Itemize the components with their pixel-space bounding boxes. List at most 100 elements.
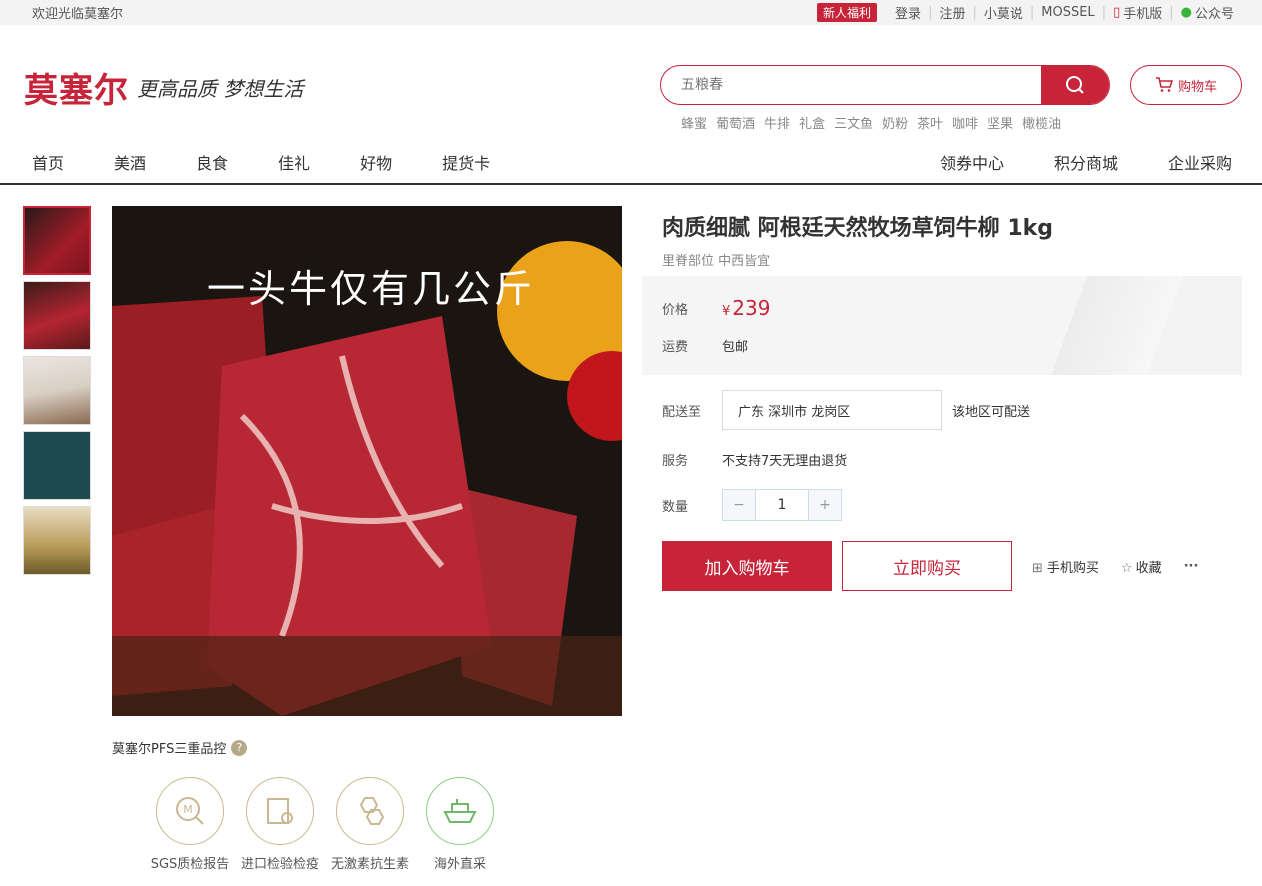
brand-link[interactable]: MOSSEL: [1041, 5, 1094, 20]
pfs-title: 莫塞尔PFS三重品控 ?: [112, 738, 248, 757]
pfs-title-text: 莫塞尔PFS三重品控: [112, 742, 227, 757]
search-button[interactable]: [1041, 66, 1109, 104]
mobile-link[interactable]: 手机版: [1123, 3, 1162, 22]
qty-minus-button[interactable]: −: [723, 490, 755, 520]
nav-item-gifts[interactable]: 佳礼: [278, 150, 310, 174]
badge-overseas: 海外直采: [415, 777, 505, 872]
thumbnail[interactable]: [23, 281, 91, 350]
welcome-text: 欢迎光临莫塞尔: [32, 7, 124, 22]
buy-now-button[interactable]: 立即购买: [842, 541, 1012, 591]
hotword[interactable]: 牛排: [764, 113, 790, 132]
thumbnail-list: [23, 206, 91, 575]
nav-item-coupons[interactable]: 领券中心: [940, 150, 1004, 174]
qty-label: 数量: [662, 499, 689, 515]
favorite-label: 收藏: [1135, 560, 1162, 576]
nav-item-goods[interactable]: 好物: [360, 150, 392, 174]
search-input[interactable]: [661, 66, 1041, 104]
deliver-label: 配送至: [662, 404, 702, 420]
shipping-label: 运费: [662, 340, 689, 355]
hexagon-icon: [336, 777, 404, 845]
nav-item-wine[interactable]: 美酒: [114, 150, 146, 174]
badge-label: SGS质检报告: [150, 857, 230, 872]
badge-no-hormone: 无激素抗生素: [325, 777, 415, 872]
service-value: 不支持7天无理由退货: [722, 454, 848, 469]
search-icon: [1066, 76, 1084, 94]
nav-item-home[interactable]: 首页: [32, 150, 64, 174]
quantity-stepper: − 1 +: [722, 489, 842, 521]
main-product-image: 一头牛仅有几公斤: [112, 206, 622, 716]
hotword[interactable]: 坚果: [987, 113, 1013, 132]
add-to-cart-button[interactable]: 加入购物车: [662, 541, 832, 591]
quality-badges: M SGS质检报告 进口检验检疫 无激素抗生素 海外直采: [145, 777, 505, 872]
shipping-value: 包邮: [722, 340, 749, 355]
qty-plus-button[interactable]: +: [809, 490, 841, 520]
top-links: 新人福利 登录 | 注册 | 小莫说 | MOSSEL | ▯ 手机版 | ● 公众号: [817, 3, 1234, 22]
nav-item-card[interactable]: 提货卡: [442, 150, 490, 174]
badge-sgs: M SGS质检报告: [145, 777, 235, 872]
cart-label: 购物车: [1177, 79, 1217, 95]
qr-icon: ⊞: [1032, 560, 1043, 576]
mobile-icon: ▯: [1113, 5, 1121, 20]
hotword[interactable]: 咖啡: [952, 113, 978, 132]
inspection-icon: [246, 777, 314, 845]
price-box: 价格 ¥239 运费 包邮: [642, 276, 1242, 375]
divider: |: [972, 5, 977, 20]
hotword[interactable]: 葡萄酒: [716, 113, 755, 132]
price-label: 价格: [662, 302, 689, 318]
price-value: ¥239: [722, 296, 770, 320]
currency: ¥: [722, 304, 731, 319]
cart-button[interactable]: 购物车: [1130, 65, 1242, 105]
star-icon: ☆: [1120, 560, 1133, 576]
badge-label: 进口检验检疫: [240, 857, 319, 872]
more-button[interactable]: ···: [1184, 559, 1199, 574]
divider: |: [1169, 5, 1174, 20]
hotwords: 蜂蜜 葡萄酒 牛排 礼盒 三文鱼 奶粉 茶叶 咖啡 坚果 橄榄油: [681, 113, 1061, 132]
mobile-buy-button[interactable]: ⊞ 手机购买: [1032, 557, 1099, 576]
hotword[interactable]: 茶叶: [917, 113, 943, 132]
nav-item-food[interactable]: 良食: [196, 150, 228, 174]
hotword[interactable]: 奶粉: [882, 113, 908, 132]
mobile-buy-label: 手机购买: [1046, 560, 1099, 576]
thumbnail[interactable]: [23, 506, 91, 575]
top-bar: 欢迎光临莫塞尔 新人福利 登录 | 注册 | 小莫说 | MOSSEL | ▯ 手机版 | …: [0, 0, 1262, 25]
divider: |: [1101, 5, 1107, 20]
thumbnail[interactable]: [23, 431, 91, 500]
blog-link[interactable]: 小莫说: [984, 3, 1023, 22]
divider: |: [1029, 5, 1035, 20]
divider: |: [928, 5, 933, 20]
product-subtitle: 里脊部位 中西皆宜: [662, 254, 771, 269]
thumbnail[interactable]: [23, 356, 91, 425]
address-select[interactable]: 广东 深圳市 龙岗区: [722, 390, 942, 430]
product-info: 肉质细腻 阿根廷天然牧场草饲牛柳 1kg 里脊部位 中西皆宜 价格 ¥239 运…: [642, 206, 1242, 591]
promo-badge[interactable]: 新人福利: [817, 3, 878, 22]
logo-text: 莫塞尔: [24, 71, 129, 111]
hotword[interactable]: 三文鱼: [834, 113, 873, 132]
cart-icon: [1155, 77, 1173, 92]
nav-item-enterprise[interactable]: 企业采购: [1168, 150, 1232, 174]
hotword[interactable]: 橄榄油: [1022, 113, 1061, 132]
wechat-link[interactable]: 公众号: [1195, 3, 1234, 22]
price-amount: 239: [732, 296, 771, 320]
deliver-status: 该地区可配送: [952, 404, 1031, 420]
wechat-icon: ●: [1180, 5, 1192, 20]
logo-slogan: 更高品质 梦想生活: [137, 77, 304, 101]
register-link[interactable]: 注册: [939, 3, 965, 22]
hotword[interactable]: 蜂蜜: [681, 113, 707, 132]
search-bar: [660, 65, 1110, 105]
nav-item-points[interactable]: 积分商城: [1054, 150, 1118, 174]
help-icon[interactable]: ?: [231, 739, 248, 756]
badge-inspection: 进口检验检疫: [235, 777, 325, 872]
badge-label: 海外直采: [433, 857, 486, 872]
service-label: 服务: [662, 454, 689, 469]
ship-icon: [426, 777, 494, 845]
hotword[interactable]: 礼盒: [799, 113, 825, 132]
qty-input[interactable]: 1: [755, 490, 809, 520]
svg-text:M: M: [183, 803, 193, 816]
image-caption: 一头牛仅有几公斤: [207, 267, 536, 311]
sgs-report-icon: M: [156, 777, 224, 845]
thumbnail[interactable]: [23, 206, 91, 275]
favorite-button[interactable]: ☆ 收藏: [1121, 557, 1162, 576]
main-nav: 首页 美酒 良食 佳礼 好物 提货卡 领券中心 积分商城 企业采购: [0, 140, 1262, 185]
login-link[interactable]: 登录: [895, 3, 921, 22]
logo[interactable]: 莫塞尔 更高品质 梦想生活: [24, 63, 303, 112]
